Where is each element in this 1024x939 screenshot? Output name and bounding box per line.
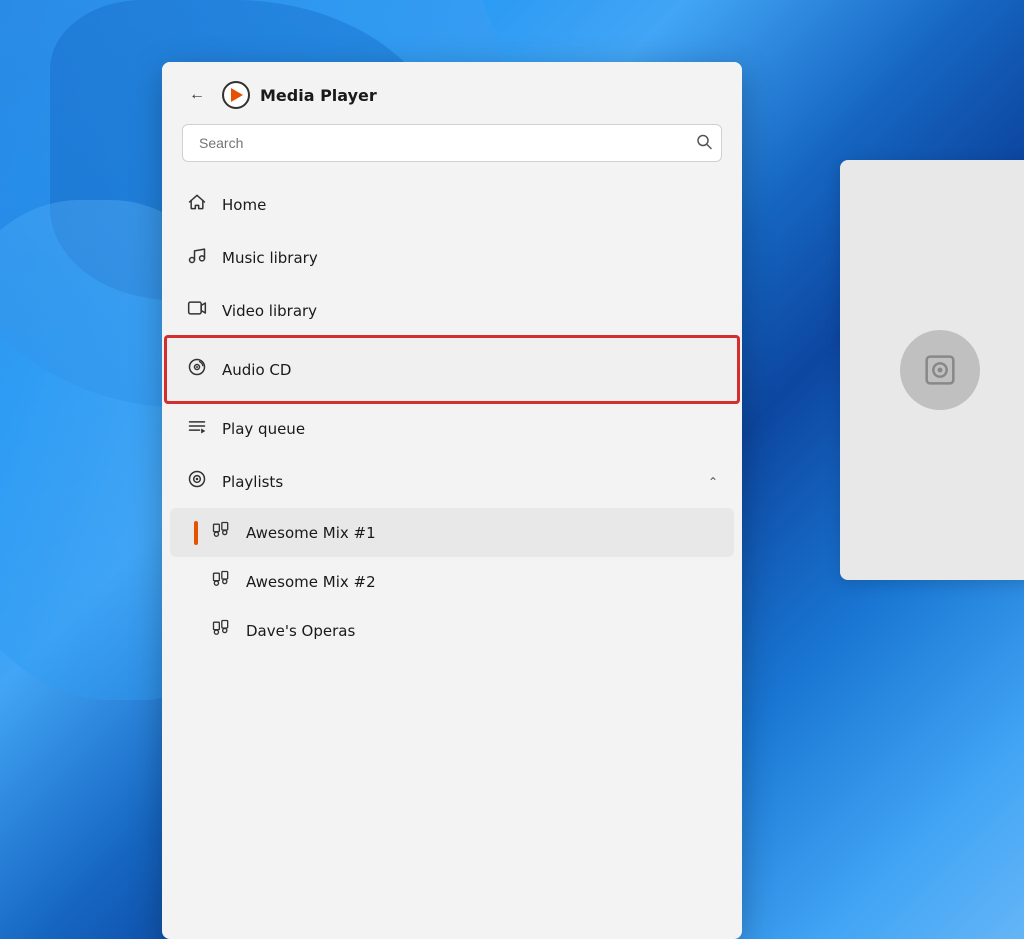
nav-item-play-queue[interactable]: Play queue	[170, 402, 734, 455]
home-label: Home	[222, 196, 718, 214]
playlists-label: Playlists	[222, 473, 694, 491]
nav-item-home[interactable]: Home	[170, 178, 734, 231]
media-player-window: ← Media Player	[162, 62, 742, 939]
nav-item-audio-cd[interactable]: Audio CD	[166, 337, 738, 402]
playlists-icon	[186, 469, 208, 494]
playlist-list: Awesome Mix #1 Awesome Mix #2	[162, 508, 742, 655]
search-icon	[696, 134, 712, 153]
playlist-item-awesome-mix-2[interactable]: Awesome Mix #2	[170, 557, 734, 606]
playlist-awesome-mix-2-label: Awesome Mix #2	[246, 573, 718, 591]
search-input[interactable]	[182, 124, 722, 162]
playlist-item-awesome-mix-1[interactable]: Awesome Mix #1	[170, 508, 734, 557]
playlist-item-daves-operas[interactable]: Dave's Operas	[170, 606, 734, 655]
video-library-label: Video library	[222, 302, 718, 320]
playlist-daves-operas-label: Dave's Operas	[246, 622, 718, 640]
playlist-accent	[194, 521, 198, 545]
play-icon	[231, 88, 243, 102]
music-library-label: Music library	[222, 249, 718, 267]
home-icon	[186, 192, 208, 217]
search-bar	[182, 124, 722, 162]
app-icon	[222, 81, 250, 109]
audio-cd-label: Audio CD	[222, 361, 718, 379]
playlist-music-icon-1	[210, 520, 232, 545]
play-queue-icon	[186, 416, 208, 441]
back-icon: ←	[189, 86, 205, 104]
nav-item-music-library[interactable]: Music library	[170, 231, 734, 284]
search-button[interactable]	[696, 134, 712, 153]
playlist-music-icon-2	[210, 569, 232, 594]
title-bar: ← Media Player	[162, 62, 742, 124]
audio-cd-icon	[186, 357, 208, 382]
playlist-awesome-mix-1-label: Awesome Mix #1	[246, 524, 718, 542]
nav-item-video-library[interactable]: Video library	[170, 284, 734, 337]
right-panel-icon	[900, 330, 980, 410]
back-button[interactable]: ←	[182, 80, 212, 110]
playlists-chevron-icon: ⌃	[708, 475, 718, 489]
nav-list: Home Music library Video library	[162, 178, 742, 508]
video-icon	[186, 298, 208, 323]
play-queue-label: Play queue	[222, 420, 718, 438]
nav-item-playlists[interactable]: Playlists ⌃	[170, 455, 734, 508]
music-icon	[186, 245, 208, 270]
app-title: Media Player	[260, 86, 377, 105]
right-panel	[840, 160, 1024, 580]
playlist-music-icon-3	[210, 618, 232, 643]
